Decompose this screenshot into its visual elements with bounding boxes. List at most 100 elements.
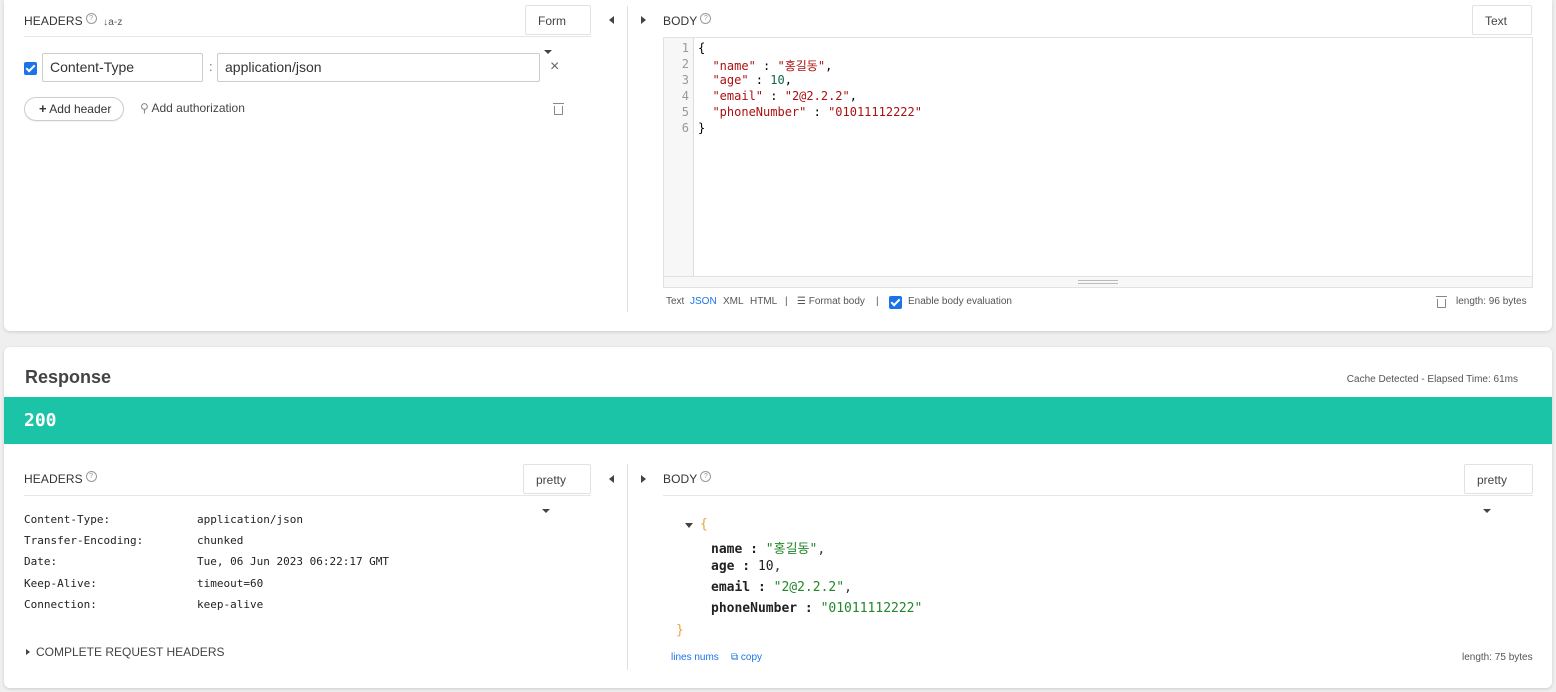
response-header-value: keep-alive [197,598,264,611]
response-body-label: BODY [663,472,698,486]
code-line: "age" : 10, [712,73,792,87]
help-icon[interactable]: ? [85,471,97,482]
add-header-button[interactable]: + Add header [24,97,125,121]
response-header-value: chunked [197,534,244,547]
line-number: 6 [681,121,689,135]
json-entry: email : "2@2.2.2", [711,580,852,595]
line-number: 3 [681,73,689,87]
close-brace: } [676,623,684,638]
response-header-value: application/json [197,513,303,526]
line-number: 5 [681,105,689,119]
response-headers-mode-value: pretty [536,473,567,487]
json-entry: age : 10, [711,559,782,574]
code-line: } [698,121,706,135]
response-header-key: Transfer-Encoding: [24,534,144,547]
code-line: { [698,41,706,55]
format-xml-option[interactable]: XML [723,296,744,307]
status-bar: 200 [4,397,1552,444]
body-mode-value: Text [1485,14,1508,28]
chevron-right-icon [26,649,30,655]
toolbar-divider: | [785,296,788,307]
align-icon: ☰ [797,296,806,307]
response-title: Response [25,367,112,387]
copy-label: copy [740,652,763,663]
divider [663,495,1533,496]
copy-icon: ⧉ [731,652,739,663]
response-body-title: BODY? [663,471,712,486]
request-headers-label: HEADERS [24,14,83,28]
line-number: 2 [681,57,689,71]
request-panel: HEADERS? ↓a-z Form Content-Type : applic… [4,0,1552,331]
header-enabled-checkbox[interactable] [24,62,37,75]
help-icon[interactable]: ? [700,471,712,482]
collapse-object-icon[interactable] [685,523,693,528]
headers-mode-dropdown[interactable]: Form [525,5,591,54]
add-authorization-link[interactable]: ⚲ Add authorization [140,101,245,115]
copy-button[interactable]: ⧉ copy [731,652,762,663]
key-icon: ⚲ [140,101,149,115]
code-line: "name" : "홍길동", [712,59,833,73]
sort-icon[interactable]: ↓a-z [103,17,122,28]
line-number: 4 [681,89,689,103]
enable-body-evaluation-checkbox[interactable] [889,296,902,309]
trash-icon[interactable] [553,103,564,115]
response-header-key: Connection: [24,598,97,611]
code-line: "email" : "2@2.2.2", [712,89,857,103]
response-header-key: Content-Type: [24,513,111,526]
remove-header-icon[interactable]: × [550,58,559,76]
help-icon[interactable]: ? [85,13,97,24]
divider [24,495,591,496]
body-editor[interactable]: 1 2 3 4 5 6 { "name" : "홍길동", "age" : 10… [663,37,1533,288]
lines-nums-toggle[interactable]: lines nums [671,652,719,663]
open-brace: { [700,517,708,532]
header-separator: : [209,59,213,74]
trash-icon[interactable] [1436,296,1447,308]
complete-request-headers-toggle[interactable]: COMPLETE REQUEST HEADERS [26,645,224,659]
json-entry: name : "홍길동", [711,542,826,557]
format-json-option[interactable]: JSON [690,296,717,307]
status-code: 200 [24,410,57,431]
header-value-input[interactable]: application/json [217,53,540,82]
add-header-label: Add header [49,102,112,116]
panel-divider [627,6,628,312]
plus-icon: + [39,101,47,116]
collapse-left-icon[interactable] [609,475,614,483]
response-headers-mode-dropdown[interactable]: pretty [523,464,591,513]
response-header-key: Keep-Alive: [24,577,97,590]
elapsed-time: Cache Detected - Elapsed Time: 61ms [1346,374,1518,385]
format-body-button[interactable]: ☰ Format body [797,296,865,307]
response-headers-title: HEADERS? [24,471,97,486]
format-text-option[interactable]: Text [666,296,684,307]
chevron-down-icon [544,49,552,54]
request-body-length: length: 96 bytes [1456,296,1527,307]
response-header-key: Date: [24,555,58,568]
json-entry: phoneNumber : "01011112222" [711,601,923,616]
body-mode-dropdown[interactable]: Text [1472,5,1532,54]
expand-right-icon[interactable] [641,475,646,483]
request-headers-title: HEADERS? ↓a-z [24,13,122,28]
header-name-input[interactable]: Content-Type [42,53,203,82]
headers-mode-value: Form [538,14,566,28]
line-number-gutter: 1 2 3 4 5 6 [664,38,694,287]
response-headers-label: HEADERS [24,472,83,486]
line-number: 1 [681,41,689,55]
response-body-mode-dropdown[interactable]: pretty [1464,464,1533,513]
toolbar-divider: | [876,296,879,307]
response-header-value: timeout=60 [197,577,264,590]
divider [24,36,591,37]
resize-handle[interactable] [664,276,1532,287]
add-authorization-label: Add authorization [151,101,245,115]
help-icon[interactable]: ? [700,13,712,24]
code-line: "phoneNumber" : "01011112222" [712,105,922,119]
response-body-mode-value: pretty [1477,473,1508,487]
format-html-option[interactable]: HTML [750,296,777,307]
format-body-label: Format body [808,296,865,307]
enable-body-evaluation-label: Enable body evaluation [908,296,1012,307]
response-body-length: length: 75 bytes [1462,652,1533,663]
response-header-value: Tue, 06 Jun 2023 06:22:17 GMT [197,555,390,568]
expand-right-icon[interactable] [641,16,646,24]
panel-divider [627,464,628,670]
collapse-left-icon[interactable] [609,16,614,24]
chevron-down-icon [1483,508,1491,513]
response-panel: Response Cache Detected - Elapsed Time: … [4,347,1552,688]
